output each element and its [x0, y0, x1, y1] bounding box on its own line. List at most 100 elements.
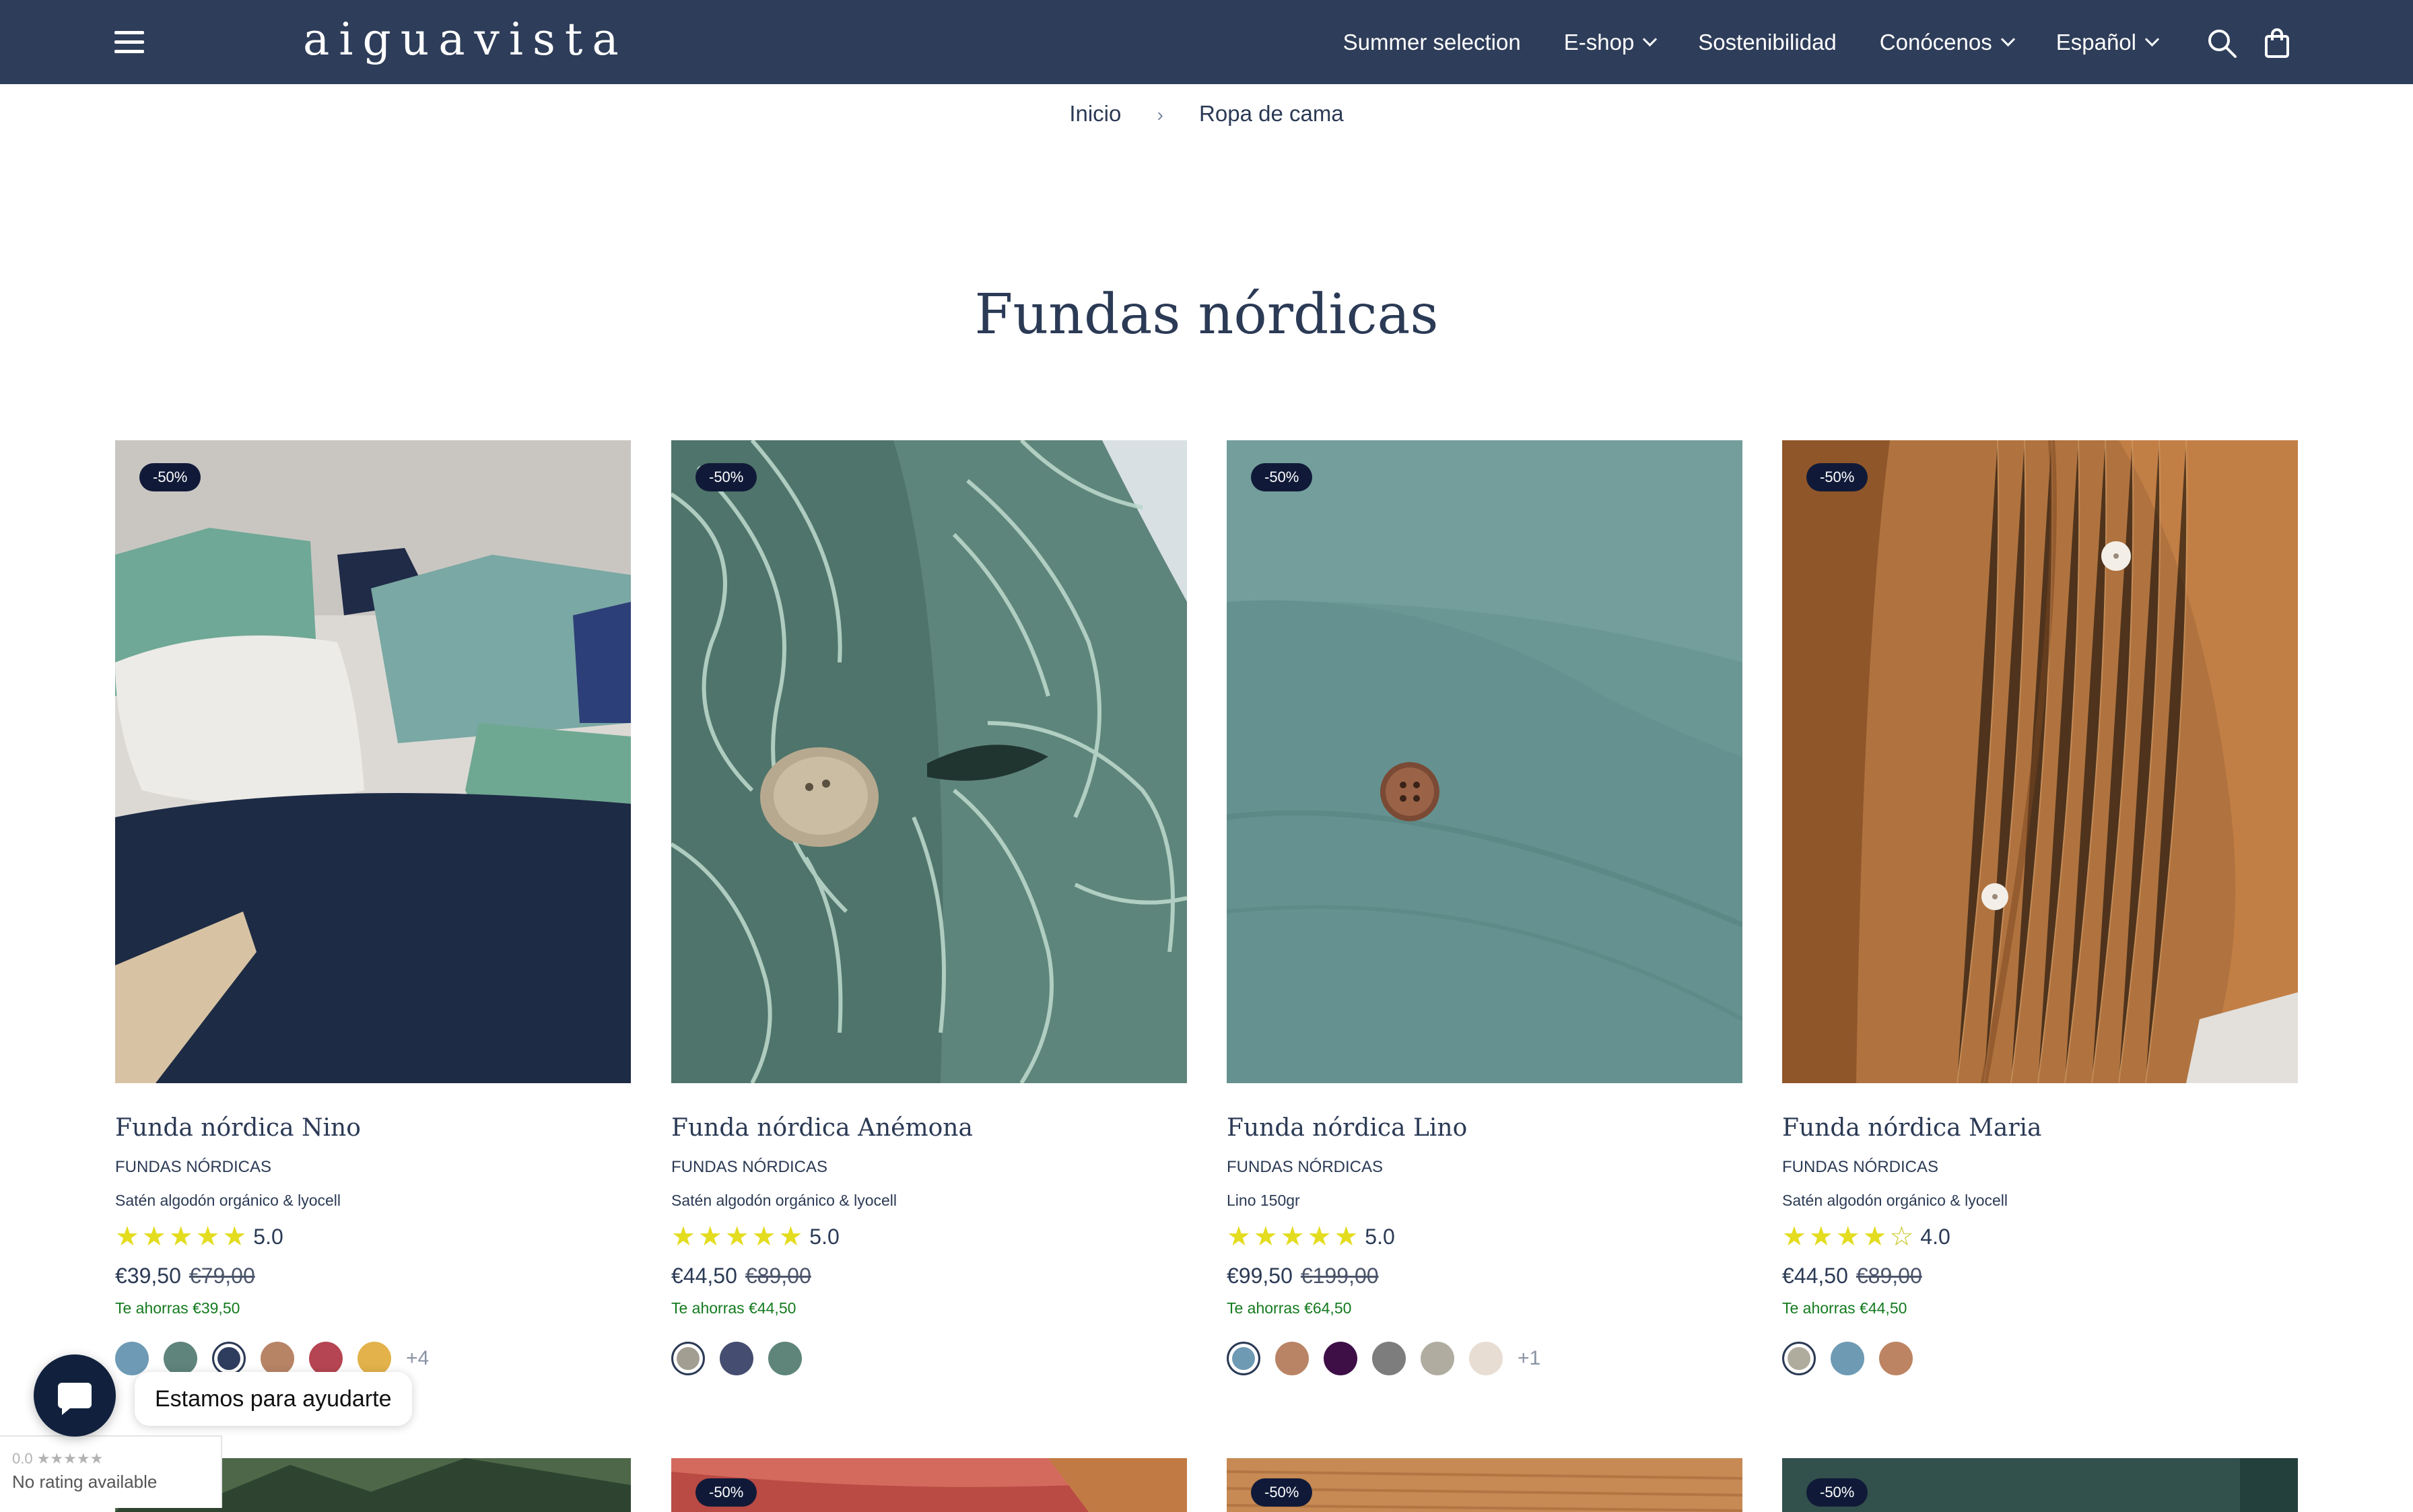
color-swatch[interactable]: [115, 1342, 149, 1375]
breadcrumb-current[interactable]: Ropa de cama: [1199, 101, 1344, 126]
color-swatch[interactable]: [164, 1342, 197, 1375]
star-icon: ★: [1307, 1222, 1332, 1251]
star-icon: ★: [751, 1222, 776, 1251]
original-price: €79,00: [189, 1264, 255, 1288]
color-swatches: [1782, 1342, 2298, 1375]
color-swatch[interactable]: [261, 1342, 294, 1375]
color-swatch[interactable]: [358, 1342, 391, 1375]
product-category: FUNDAS NÓRDICAS: [671, 1158, 828, 1176]
language-selector[interactable]: Español: [2056, 30, 2160, 55]
color-swatch[interactable]: [720, 1342, 753, 1375]
product-category: FUNDAS NÓRDICAS: [1227, 1158, 1384, 1176]
product-rating: ★ ★ ★ ★ ★ 5.0: [115, 1223, 631, 1250]
product-image[interactable]: -50%: [671, 440, 1187, 1083]
product-image[interactable]: -50%: [115, 440, 631, 1083]
star-icon: ★: [671, 1222, 695, 1251]
product-card[interactable]: -50%: [671, 1458, 1187, 1512]
chevron-down-icon: [2144, 32, 2160, 47]
sale-price: €44,50: [1782, 1264, 1848, 1288]
color-swatch[interactable]: [212, 1342, 246, 1375]
product-name[interactable]: Funda nórdica Maria: [1782, 1114, 2298, 1142]
star-icon: ★: [1782, 1222, 1806, 1251]
color-swatch[interactable]: [1782, 1342, 1816, 1375]
sale-price: €39,50: [115, 1264, 181, 1288]
color-swatch[interactable]: [1227, 1342, 1260, 1375]
star-icon: ★: [778, 1222, 803, 1251]
color-swatch[interactable]: [1275, 1342, 1309, 1375]
product-image[interactable]: -50%: [1227, 440, 1742, 1083]
logo[interactable]: aiguavista: [303, 9, 628, 70]
menu-icon[interactable]: [114, 31, 144, 54]
product-card[interactable]: -50% Funda nórdica Lino FUNDAS NÓRDICAS …: [1227, 440, 1742, 1375]
color-swatch[interactable]: [671, 1342, 705, 1375]
product-name[interactable]: Funda nórdica Lino: [1227, 1114, 1742, 1142]
chevron-down-icon: [1643, 32, 1658, 47]
savings-text: Te ahorras €44,50: [671, 1299, 796, 1317]
star-outline-icon: ☆: [1889, 1222, 1914, 1251]
product-material: Satén algodón orgánico & lyocell: [671, 1192, 897, 1209]
savings-text: Te ahorras €64,50: [1227, 1299, 1352, 1317]
product-name[interactable]: Funda nórdica Anémona: [671, 1114, 1187, 1142]
color-swatches: [671, 1342, 1187, 1375]
star-icon: ★: [1862, 1222, 1887, 1251]
product-rating: ★ ★ ★ ★ ☆ 4.0: [1782, 1223, 2298, 1250]
color-swatch[interactable]: [309, 1342, 343, 1375]
product-card[interactable]: -50% Funda nórdica Anémona FUNDAS NÓRDIC…: [671, 440, 1187, 1375]
color-swatch[interactable]: [1421, 1342, 1454, 1375]
site-header: aiguavista Summer selection E-shop Soste…: [0, 0, 2413, 84]
product-price: €39,50 €79,00: [115, 1264, 631, 1288]
product-card[interactable]: -50%: [1227, 1458, 1742, 1512]
discount-badge: -50%: [139, 463, 201, 491]
chat-button[interactable]: [34, 1354, 116, 1437]
product-name[interactable]: Funda nórdica Nino: [115, 1114, 631, 1142]
product-card[interactable]: -50% Funda nórdica Nino FUNDAS NÓRDICAS …: [115, 440, 631, 1375]
discount-badge: -50%: [1806, 463, 1868, 491]
rating-widget-text: No rating available: [12, 1472, 158, 1492]
original-price: €199,00: [1300, 1264, 1379, 1288]
product-price: €44,50 €89,00: [1782, 1264, 2298, 1288]
color-swatch[interactable]: [768, 1342, 802, 1375]
product-card[interactable]: -50%: [1782, 1458, 2298, 1512]
star-icon: ★: [141, 1222, 166, 1251]
color-swatch[interactable]: [1372, 1342, 1406, 1375]
star-icon: ★: [724, 1222, 749, 1251]
savings-text: Te ahorras €39,50: [115, 1299, 240, 1317]
color-swatch[interactable]: [1324, 1342, 1357, 1375]
product-price: €99,50 €199,00: [1227, 1264, 1742, 1288]
color-swatch[interactable]: [1879, 1342, 1913, 1375]
rating-value: 5.0: [253, 1224, 283, 1249]
star-icon: ★: [1227, 1222, 1251, 1251]
rating-widget[interactable]: 0.0 ★★★★★ No rating available: [0, 1435, 222, 1508]
product-rating: ★ ★ ★ ★ ★ 5.0: [671, 1223, 1187, 1250]
search-icon[interactable]: [2206, 27, 2238, 59]
cart-icon[interactable]: [2261, 27, 2293, 59]
chevron-right-icon: ›: [1157, 104, 1163, 125]
product-price: €44,50 €89,00: [671, 1264, 1187, 1288]
chat-icon: [58, 1383, 92, 1415]
original-price: €89,00: [745, 1264, 811, 1288]
product-card[interactable]: -50% Funda nórdica Maria FUNDAS NÓRDICAS…: [1782, 440, 2298, 1375]
more-colors[interactable]: +4: [406, 1347, 429, 1370]
color-swatches: +1: [1227, 1342, 1742, 1375]
star-icon: ★: [195, 1222, 220, 1251]
breadcrumb-home[interactable]: Inicio: [1069, 101, 1121, 126]
savings-text: Te ahorras €44,50: [1782, 1299, 1907, 1317]
sale-price: €99,50: [1227, 1264, 1293, 1288]
nav-summer-selection[interactable]: Summer selection: [1343, 30, 1521, 55]
nav-conocenos[interactable]: Conócenos: [1880, 30, 2015, 55]
discount-badge: -50%: [695, 1478, 757, 1507]
chevron-down-icon: [2000, 32, 2015, 47]
sale-price: €44,50: [671, 1264, 737, 1288]
chat-greeting[interactable]: Estamos para ayudarte: [135, 1372, 412, 1426]
color-swatch[interactable]: [1469, 1342, 1503, 1375]
more-colors[interactable]: +1: [1518, 1347, 1540, 1370]
product-material: Lino 150gr: [1227, 1192, 1300, 1209]
product-image[interactable]: -50%: [1782, 440, 2298, 1083]
nav-eshop[interactable]: E-shop: [1564, 30, 1658, 55]
color-swatch[interactable]: [1831, 1342, 1864, 1375]
nav-sostenibilidad[interactable]: Sostenibilidad: [1698, 30, 1836, 55]
original-price: €89,00: [1856, 1264, 1922, 1288]
star-icon: ★: [168, 1222, 193, 1251]
star-icon: ★: [1835, 1222, 1860, 1251]
star-icon: ★: [115, 1222, 139, 1251]
